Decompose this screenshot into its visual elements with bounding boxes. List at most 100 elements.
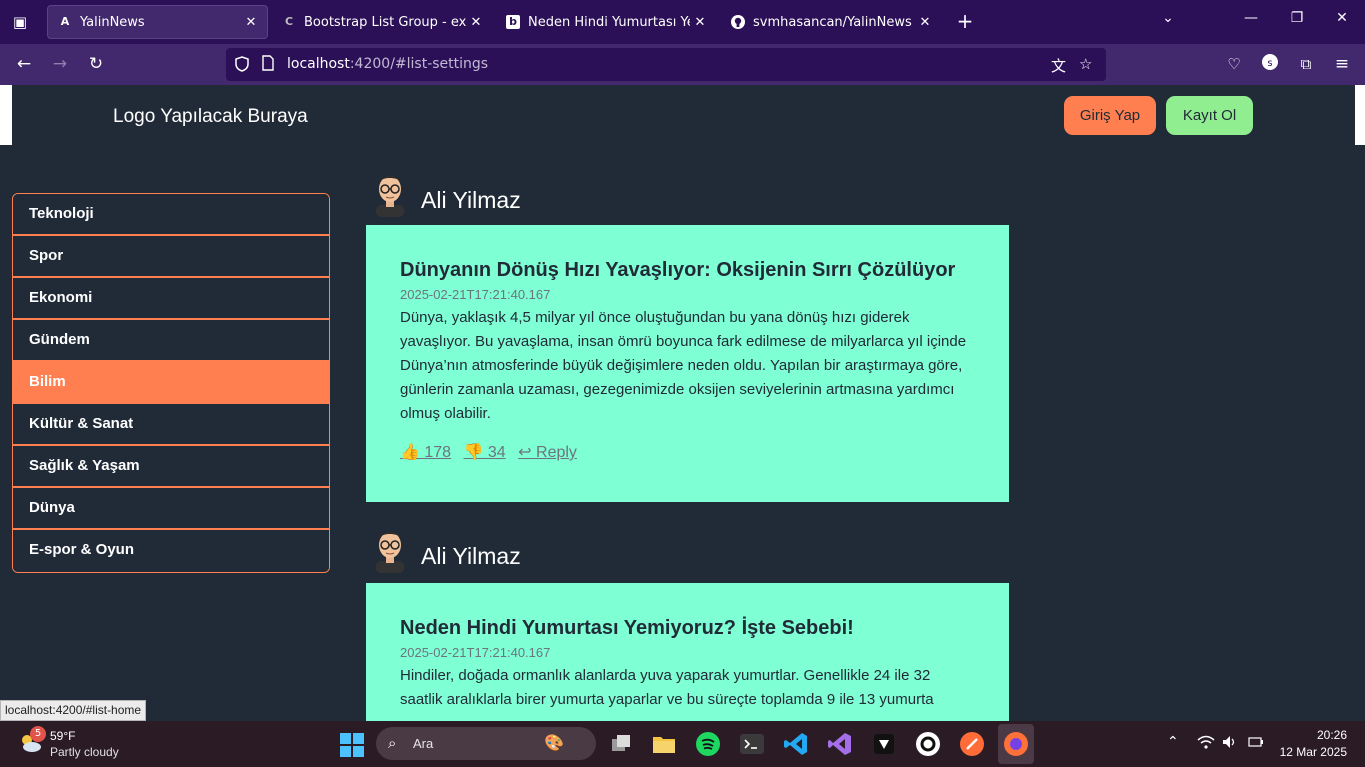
weather-badge: 5 [30, 726, 46, 742]
register-button[interactable]: Kayıt Ol [1166, 96, 1253, 135]
category-item-ekonomi[interactable]: Ekonomi [13, 278, 329, 320]
menu-icon[interactable]: ≡ [1330, 53, 1354, 75]
tab-title: Neden Hindi Yumurtası Yemiyoruz [528, 14, 690, 30]
browser-tabstrip: ▣ A YalinNews ✕ C Bootstrap List Group -… [0, 0, 1365, 44]
category-item-teknoloji[interactable]: Teknoloji [13, 194, 329, 236]
terminal-icon[interactable] [739, 731, 765, 757]
b-favicon-icon: b [506, 15, 520, 29]
tab-title: YalinNews [80, 14, 145, 30]
thumbs-up-icon: 👍 [400, 444, 420, 461]
weather-desc[interactable]: Partly cloudy [50, 745, 119, 759]
post-author: Ali Yilmaz [370, 169, 521, 217]
post-actions: 👍 178 👎 34 ↩ Reply [400, 442, 975, 462]
category-item-kultur-sanat[interactable]: Kültür & Sanat [13, 404, 329, 446]
vscode-icon[interactable] [783, 731, 809, 757]
taskbar: 5 59°F Partly cloudy ⌕ Ara 🎨 ⌃ 20:26 12 … [0, 721, 1365, 767]
close-tab-icon[interactable]: ✕ [466, 15, 486, 30]
chevron-down-icon[interactable]: ⌄ [1156, 10, 1180, 26]
author-name: Ali Yilmaz [421, 186, 521, 213]
category-item-saglik-yasam[interactable]: Sağlık & Yaşam [13, 446, 329, 488]
post-title[interactable]: Neden Hindi Yumurtası Yemiyoruz? İşte Se… [400, 617, 975, 640]
tab-github[interactable]: svmhasancan/YalinNews ✕ [721, 5, 941, 39]
dislike-count: 34 [487, 444, 506, 461]
chevron-up-icon[interactable]: ⌃ [1167, 734, 1179, 750]
close-tab-icon[interactable]: ✕ [915, 15, 935, 30]
status-link-tooltip: localhost:4200/#list-home [0, 700, 147, 721]
header-edge [1355, 85, 1365, 145]
page-content: Logo Yapılacak Buraya Giriş Yap Kayıt Ol… [0, 85, 1365, 721]
file-explorer-icon[interactable] [651, 731, 677, 757]
avatar [376, 176, 404, 217]
post-body: Hindiler, doğada ormanlık alanlarda yuva… [400, 667, 934, 708]
header-edge [0, 85, 12, 145]
weather-temp[interactable]: 59°F [50, 729, 75, 743]
minimize-icon[interactable]: — [1239, 10, 1263, 26]
firefox-icon[interactable] [1003, 731, 1029, 757]
like-button[interactable]: 👍 178 [400, 444, 451, 461]
page-icon [262, 55, 274, 75]
author-name: Ali Yilmaz [421, 542, 521, 569]
post-body: Dünya, yaklaşık 4,5 milyar yıl önce oluş… [400, 309, 967, 422]
account-icon[interactable]: s [1258, 53, 1282, 77]
task-view-icon[interactable] [608, 731, 634, 757]
post-card: Neden Hindi Yumurtası Yemiyoruz? İşte Se… [366, 583, 1009, 721]
url-text[interactable]: localhost:4200/#list-settings [287, 56, 488, 72]
post-title[interactable]: Dünyanın Dönüş Hızı Yavaşlıyor: Oksijeni… [400, 259, 975, 282]
url-host: localhost [287, 56, 350, 72]
close-tab-icon[interactable]: ✕ [690, 15, 710, 30]
extensions-icon[interactable]: ⧉ [1294, 53, 1318, 75]
wifi-icon[interactable] [1197, 734, 1215, 754]
battery-icon[interactable] [1248, 734, 1264, 754]
category-item-gundem[interactable]: Gündem [13, 320, 329, 362]
category-list: Teknoloji Spor Ekonomi Gündem Bilim Kült… [12, 193, 330, 573]
app-icon[interactable] [871, 731, 897, 757]
dislike-button[interactable]: 👎 34 [464, 444, 506, 461]
tab-hindi[interactable]: b Neden Hindi Yumurtası Yemiyoruz ✕ [496, 5, 716, 39]
postman-icon[interactable] [959, 731, 985, 757]
clock-date[interactable]: 12 Mar 2025 [1274, 745, 1347, 759]
taskbar-search[interactable]: ⌕ Ara 🎨 [376, 727, 596, 760]
post-date: 2025-02-21T17:21:40.167 [400, 645, 551, 660]
tab-title: Bootstrap List Group - extended [304, 14, 466, 30]
tab-list-icon[interactable]: ▣ [8, 10, 32, 34]
reply-button[interactable]: ↩ Reply [518, 444, 577, 461]
windows-start-icon[interactable] [340, 733, 364, 757]
search-highlight-icon: 🎨 [544, 733, 564, 752]
forward-icon[interactable]: → [48, 53, 72, 75]
url-path: :4200/#list-settings [349, 56, 489, 72]
browser-navbar: ← → ↻ localhost:4200/#list-settings 文 ☆ … [0, 44, 1365, 85]
bookmark-star-icon[interactable]: ☆ [1079, 55, 1092, 73]
reload-icon[interactable]: ↻ [84, 53, 108, 75]
tab-yalinnews[interactable]: A YalinNews ✕ [47, 5, 268, 39]
close-tab-icon[interactable]: ✕ [241, 15, 261, 30]
pocket-icon[interactable]: ♡ [1222, 53, 1246, 75]
shield-icon[interactable] [235, 56, 249, 76]
reply-label: Reply [536, 444, 577, 461]
reply-icon: ↩ [518, 444, 532, 461]
tab-bootstrap[interactable]: C Bootstrap List Group - extended ✕ [272, 5, 492, 39]
search-placeholder: Ara [413, 736, 434, 751]
spotify-icon[interactable] [695, 731, 721, 757]
search-icon: ⌕ [388, 734, 397, 752]
category-item-dunya[interactable]: Dünya [13, 488, 329, 530]
avatar [376, 532, 404, 573]
volume-icon[interactable] [1222, 734, 1238, 754]
close-window-icon[interactable]: ✕ [1330, 10, 1354, 26]
url-bar[interactable]: localhost:4200/#list-settings 文 ☆ [226, 48, 1106, 81]
app-icon[interactable] [915, 731, 941, 757]
category-item-bilim[interactable]: Bilim [13, 362, 329, 404]
thumbs-down-icon: 👎 [463, 444, 484, 461]
back-icon[interactable]: ← [12, 53, 36, 75]
yalinnews-favicon-icon: A [60, 15, 70, 28]
new-tab-icon[interactable]: + [954, 10, 976, 34]
login-button[interactable]: Giriş Yap [1064, 96, 1156, 135]
post-author: Ali Yilmaz [370, 525, 521, 573]
clock-time[interactable]: 20:26 [1300, 728, 1347, 742]
translate-icon[interactable]: 文 [1051, 55, 1066, 76]
category-item-spor[interactable]: Spor [13, 236, 329, 278]
category-item-espor-oyun[interactable]: E-spor & Oyun [13, 530, 329, 572]
restore-icon[interactable]: ❐ [1285, 10, 1309, 26]
svg-text:s: s [1267, 58, 1272, 69]
bootstrap-favicon-icon: C [284, 15, 294, 28]
visual-studio-icon[interactable] [827, 731, 853, 757]
